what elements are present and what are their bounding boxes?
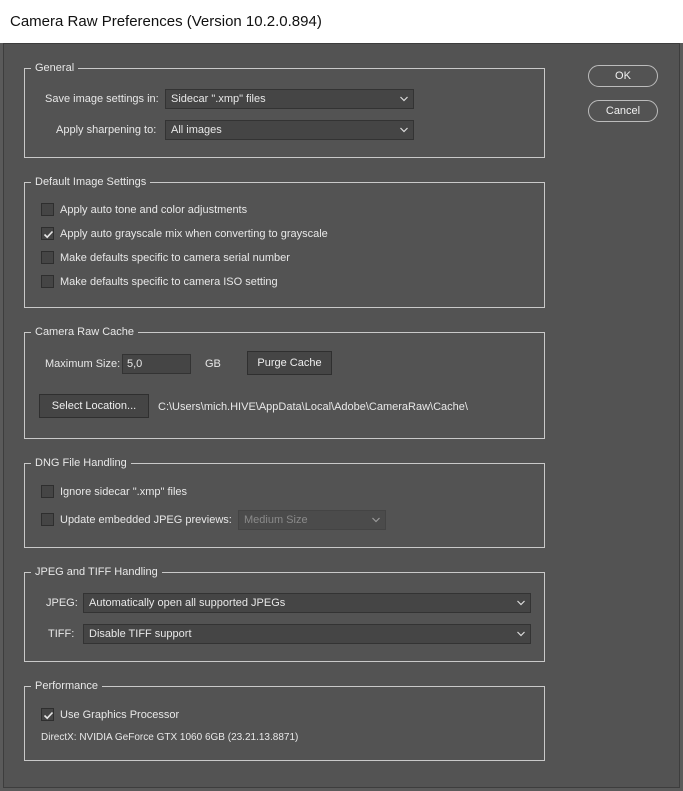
purge-cache-button[interactable]: Purge Cache <box>247 351 332 375</box>
chevron-down-icon <box>372 517 380 523</box>
serial-number-label: Make defaults specific to camera serial … <box>60 252 290 264</box>
jpeg-tiff-handling-group: JPEG and TIFF Handling JPEG: Automatical… <box>24 565 545 662</box>
iso-setting-checkbox[interactable] <box>41 275 54 288</box>
jpeg-handling-select[interactable]: Automatically open all supported JPEGs <box>83 593 531 613</box>
ignore-sidecar-label: Ignore sidecar ".xmp" files <box>60 486 188 498</box>
iso-setting-label: Make defaults specific to camera ISO set… <box>60 276 278 288</box>
camera-raw-cache-group: Camera Raw Cache Maximum Size: 5,0 GB Pu… <box>24 325 545 439</box>
jpeg-label: JPEG: <box>46 597 78 609</box>
graphics-processor-label: Use Graphics Processor <box>60 709 180 721</box>
general-group: General Save image settings in: Sidecar … <box>24 61 545 158</box>
jpeg-handling-value: Automatically open all supported JPEGs <box>89 597 286 609</box>
preferences-dialog: OK Cancel General Save image settings in… <box>3 43 680 788</box>
cache-unit-label: GB <box>205 358 221 370</box>
cache-legend: Camera Raw Cache <box>31 325 139 339</box>
checkmark-icon <box>43 711 54 720</box>
preview-size-select[interactable]: Medium Size <box>238 510 386 530</box>
dng-file-handling-group: DNG File Handling Ignore sidecar ".xmp" … <box>24 456 545 548</box>
chevron-down-icon <box>517 631 525 637</box>
auto-tone-checkbox[interactable] <box>41 203 54 216</box>
update-jpeg-previews-checkbox[interactable] <box>41 513 54 526</box>
performance-legend: Performance <box>31 679 102 693</box>
jpeg-tiff-legend: JPEG and TIFF Handling <box>31 565 162 579</box>
serial-number-checkbox[interactable] <box>41 251 54 264</box>
select-location-button[interactable]: Select Location... <box>39 394 149 418</box>
chevron-down-icon <box>517 600 525 606</box>
directx-info: DirectX: NVIDIA GeForce GTX 1060 6GB (23… <box>41 732 299 743</box>
preview-size-value: Medium Size <box>244 514 308 526</box>
tiff-handling-select[interactable]: Disable TIFF support <box>83 624 531 644</box>
chevron-down-icon <box>400 96 408 102</box>
sharpening-value: All images <box>171 124 222 136</box>
maximum-size-label: Maximum Size: <box>45 358 121 370</box>
save-settings-value: Sidecar ".xmp" files <box>171 93 266 105</box>
checkmark-icon <box>43 230 54 239</box>
tiff-handling-value: Disable TIFF support <box>89 628 192 640</box>
window-title: Camera Raw Preferences (Version 10.2.0.8… <box>0 0 683 43</box>
tiff-label: TIFF: <box>48 628 75 640</box>
cache-path: C:\Users\mich.HIVE\AppData\Local\Adobe\C… <box>158 401 468 413</box>
ok-button[interactable]: OK <box>588 65 658 87</box>
auto-tone-label: Apply auto tone and color adjustments <box>60 204 248 216</box>
chevron-down-icon <box>400 127 408 133</box>
auto-grayscale-label: Apply auto grayscale mix when converting… <box>60 228 328 240</box>
cancel-button[interactable]: Cancel <box>588 100 658 122</box>
sharpening-label: Apply sharpening to: <box>56 124 157 136</box>
maximum-size-input[interactable]: 5,0 <box>122 354 191 374</box>
general-legend: General <box>31 61 79 75</box>
default-image-settings-group: Default Image Settings Apply auto tone a… <box>24 175 545 308</box>
graphics-processor-checkbox[interactable] <box>41 708 54 721</box>
save-settings-select[interactable]: Sidecar ".xmp" files <box>165 89 414 109</box>
ignore-sidecar-checkbox[interactable] <box>41 485 54 498</box>
performance-group: Performance Use Graphics Processor Direc… <box>24 679 545 761</box>
sharpening-select[interactable]: All images <box>165 120 414 140</box>
save-settings-label: Save image settings in: <box>45 93 159 105</box>
dng-legend: DNG File Handling <box>31 456 131 470</box>
auto-grayscale-checkbox[interactable] <box>41 227 54 240</box>
default-settings-legend: Default Image Settings <box>31 175 151 189</box>
update-jpeg-previews-label: Update embedded JPEG previews: <box>60 514 232 526</box>
